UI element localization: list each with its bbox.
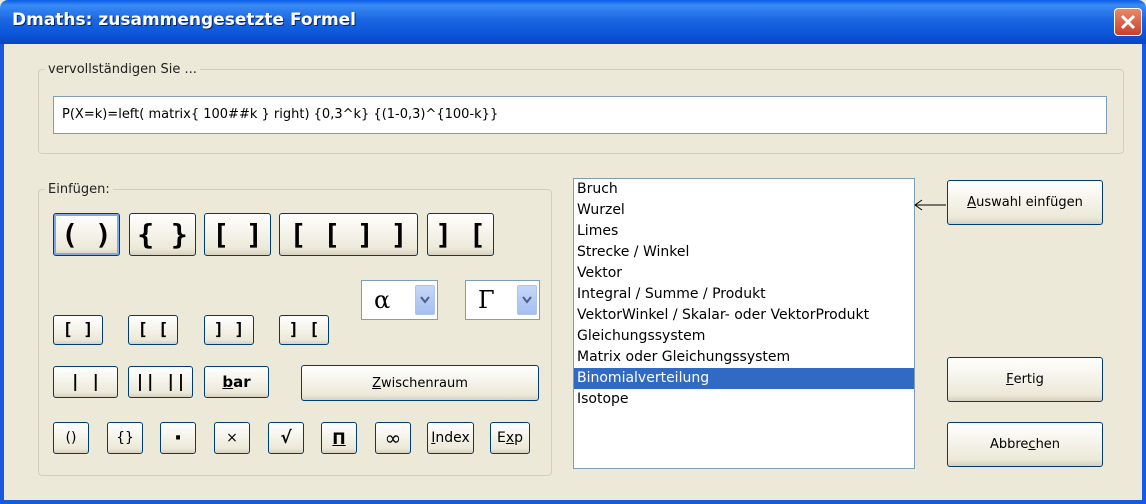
window-frame-right [1142,44,1146,504]
arrow-left-icon [914,199,946,211]
dot-button[interactable]: · [160,422,196,454]
close-icon [1120,14,1136,30]
small-close-brackets-button[interactable]: ] ] [204,315,254,345]
list-item[interactable]: Wurzel [574,200,914,221]
cancel-button-label-end: hen [1035,437,1061,452]
formula-input[interactable]: P(X=k)=left( matrix{ 100##k } right) {0,… [53,96,1107,134]
reversed-brackets-button[interactable]: ] [ [427,213,494,256]
list-item[interactable]: Limes [574,221,914,242]
window-title: Dmaths: zusammengesetzte Formel [12,10,357,30]
chevron-down-icon[interactable] [517,285,537,315]
cancel-button-mnemonic: c [1028,437,1036,452]
cancel-button-label-start: Abbre [989,437,1029,452]
greek-lowercase-select[interactable]: α [361,280,438,320]
greek-uppercase-value: Γ [478,286,495,314]
title-bar[interactable]: Dmaths: zusammengesetzte Formel [0,0,1146,44]
product-button[interactable]: Π [321,422,357,454]
parentheses-button[interactable]: ( ) [53,213,120,256]
small-open-brackets-button[interactable]: [ [ [128,315,178,345]
insert-group-legend: Einfügen: [48,182,110,197]
times-button[interactable]: × [214,422,250,454]
index-button[interactable]: Index [427,422,474,454]
close-button[interactable] [1114,8,1142,36]
done-button-label: ertig [1013,372,1044,387]
brace-pair-button[interactable]: {} [107,422,143,454]
space-button-mnemonic: Z [372,375,382,391]
list-item[interactable]: Gleichungssystem [574,326,914,347]
space-button[interactable]: Zwischenraum [301,365,539,401]
small-brackets-button[interactable]: [ ] [53,315,103,345]
norm-button[interactable]: || || [128,366,193,398]
bar-button-label: ar [233,373,251,391]
formula-type-listbox[interactable]: Bruch Wurzel Limes Strecke / Winkel Vekt… [573,178,915,469]
list-item[interactable]: Vektor [574,263,914,284]
complete-group-legend: vervollständigen Sie ... [48,62,197,77]
complete-group: vervollständigen Sie ... P(X=k)=left( ma… [38,62,1124,154]
exp-button-label-start: E [496,430,506,446]
brackets-button[interactable]: [ ] [204,213,271,256]
done-button-mnemonic: F [1006,372,1014,387]
greek-uppercase-select[interactable]: Γ [465,280,540,320]
done-button[interactable]: Fertig [947,357,1103,402]
double-brackets-button[interactable]: [ [ ] ] [279,213,418,256]
insert-selection-label: uswahl einfügen [976,195,1083,210]
list-item[interactable]: VektorWinkel / Skalar- oder VektorProduk… [574,305,914,326]
list-item[interactable]: Integral / Summe / Produkt [574,284,914,305]
chevron-down-icon[interactable] [415,285,435,315]
cancel-button[interactable]: Abbre c hen [947,422,1103,467]
exp-button[interactable]: Exp [490,422,530,454]
exp-button-mnemonic: x [505,430,515,446]
list-item[interactable]: Matrix oder Gleichungssystem [574,347,914,368]
infinity-button[interactable]: ∞ [375,422,411,454]
small-reversed-brackets-button[interactable]: ] [ [279,315,329,345]
list-item[interactable]: Strecke / Winkel [574,242,914,263]
sqrt-button[interactable]: √ [268,422,304,454]
paren-pair-button[interactable]: () [53,422,89,454]
index-button-label: ndex [435,430,470,446]
list-item[interactable]: Bruch [574,179,914,200]
window-frame-bottom [0,500,1146,504]
list-item[interactable]: Isotope [574,389,914,410]
exp-button-label-end: p [514,430,524,446]
greek-lowercase-value: α [374,286,391,314]
absolute-value-button[interactable]: | | [53,366,118,398]
space-button-label: wischenraum [381,375,468,391]
braces-button[interactable]: { } [129,213,196,256]
insert-selection-mnemonic: A [967,195,977,210]
bar-button-mnemonic: b [222,373,234,391]
list-item-selected[interactable]: Binomialverteilung [574,368,914,389]
bar-button[interactable]: b ar [204,366,269,398]
window-frame-left [0,44,4,504]
insert-selection-button[interactable]: Auswahl einfügen [947,180,1103,225]
